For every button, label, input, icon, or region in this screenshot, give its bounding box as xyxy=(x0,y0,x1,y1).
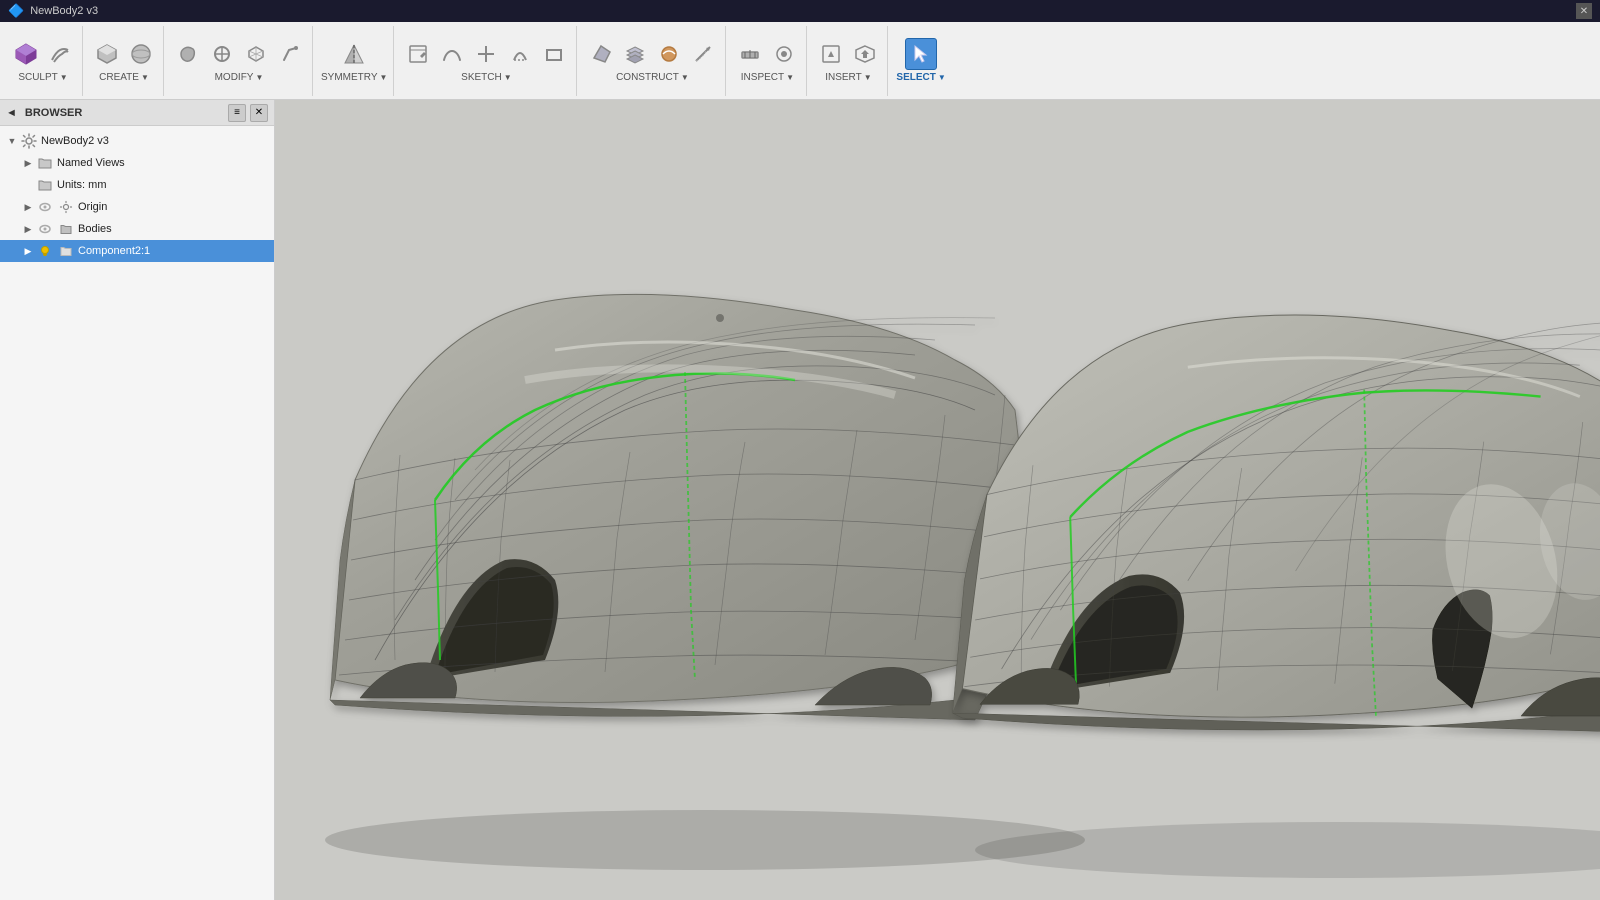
tree-toggle-units xyxy=(20,174,36,196)
symmetry-label: SYMMETRY▼ xyxy=(321,72,387,83)
root-gear-icon xyxy=(20,132,38,150)
sketch-label: SKETCH▼ xyxy=(461,72,511,83)
toolbar: SCULPT▼ CREATE▼ xyxy=(0,22,1600,100)
browser-menu-button[interactable]: ≡ xyxy=(228,104,246,122)
origin-gear-icon xyxy=(57,198,75,216)
modify-label: MODIFY▼ xyxy=(215,72,264,83)
toolbar-group-sculpt: SCULPT▼ xyxy=(4,26,83,96)
construct-label: CONSTRUCT▼ xyxy=(616,72,689,83)
browser-tree: ▼ NewBody2 v3 ▶ Named Views xyxy=(0,126,274,900)
sketch-rect-button[interactable] xyxy=(538,38,570,70)
tree-toggle-root[interactable]: ▼ xyxy=(4,130,20,152)
create-sphere-button[interactable] xyxy=(125,38,157,70)
main-layout: ◄ BROWSER ≡ ✕ ▼ NewBody2 v3 ▶ Named Vi xyxy=(0,100,1600,900)
inspect-label: INSPECT▼ xyxy=(741,72,794,83)
component-label: Component2:1 xyxy=(78,245,150,257)
tree-toggle-component[interactable]: ▶ xyxy=(20,240,36,262)
tree-item-named-views[interactable]: ▶ Named Views xyxy=(0,152,274,174)
sculpt-label: SCULPT▼ xyxy=(18,72,67,83)
root-label: NewBody2 v3 xyxy=(41,135,109,147)
tree-toggle-bodies[interactable]: ▶ xyxy=(20,218,36,240)
bodies-label: Bodies xyxy=(78,223,112,235)
toolbar-group-create: CREATE▼ xyxy=(85,26,164,96)
construct-plane-button[interactable] xyxy=(585,38,617,70)
sculpt-mode-button[interactable] xyxy=(44,38,76,70)
component-bulb-icon xyxy=(36,242,54,260)
browser-close-button[interactable]: ✕ xyxy=(250,104,268,122)
viewport[interactable] xyxy=(275,100,1600,900)
named-views-folder-icon xyxy=(36,154,54,172)
tree-item-units[interactable]: Units: mm xyxy=(0,174,274,196)
insert-canvas-button[interactable] xyxy=(815,38,847,70)
inspect-display-button[interactable] xyxy=(768,38,800,70)
select-button[interactable] xyxy=(905,38,937,70)
bodies-folder-icon xyxy=(57,220,75,238)
sketch-edit-button[interactable] xyxy=(402,38,434,70)
3d-model-svg xyxy=(275,100,1600,900)
tree-item-origin[interactable]: ▶ Origin xyxy=(0,196,274,218)
tree-item-root[interactable]: ▼ NewBody2 v3 xyxy=(0,130,274,152)
tree-toggle-named-views[interactable]: ▶ xyxy=(20,152,36,174)
modify-button-3[interactable] xyxy=(240,38,272,70)
app-icon: 🔷 xyxy=(8,3,24,19)
origin-label: Origin xyxy=(78,201,107,213)
toolbar-group-sketch: SKETCH▼ xyxy=(396,26,577,96)
toolbar-group-modify: MODIFY▼ xyxy=(166,26,313,96)
sketch-spline-button[interactable] xyxy=(436,38,468,70)
sculpt-button[interactable] xyxy=(10,38,42,70)
insert-decal-button[interactable] xyxy=(849,38,881,70)
toolbar-group-inspect: INSPECT▼ xyxy=(728,26,807,96)
select-label: SELECT▼ xyxy=(896,72,945,83)
titlebar: 🔷 NewBody2 v3 ✕ xyxy=(0,0,1600,22)
construct-revolve-button[interactable] xyxy=(653,38,685,70)
modify-button-4[interactable] xyxy=(274,38,306,70)
modify-button-1[interactable] xyxy=(172,38,204,70)
window-title: NewBody2 v3 xyxy=(30,5,98,17)
named-views-label: Named Views xyxy=(57,157,125,169)
units-label: Units: mm xyxy=(57,179,107,191)
tree-toggle-origin[interactable]: ▶ xyxy=(20,196,36,218)
close-button[interactable]: ✕ xyxy=(1576,3,1592,19)
construct-stack-button[interactable] xyxy=(619,38,651,70)
toolbar-group-insert: INSERT▼ xyxy=(809,26,888,96)
browser-collapse-button[interactable]: ◄ xyxy=(6,107,17,119)
modify-button-2[interactable] xyxy=(206,38,238,70)
inspect-measure-button[interactable] xyxy=(734,38,766,70)
toolbar-group-select: SELECT▼ xyxy=(890,26,951,96)
insert-label: INSERT▼ xyxy=(825,72,871,83)
sidebar: ◄ BROWSER ≡ ✕ ▼ NewBody2 v3 ▶ Named Vi xyxy=(0,100,275,900)
tree-item-component2-1[interactable]: ▶ Component2:1 xyxy=(0,240,274,262)
toolbar-group-construct: CONSTRUCT▼ xyxy=(579,26,726,96)
browser-title-text: BROWSER xyxy=(25,107,82,119)
create-label: CREATE▼ xyxy=(99,72,149,83)
browser-header: ◄ BROWSER ≡ ✕ xyxy=(0,100,274,126)
cursor-indicator xyxy=(716,314,724,322)
tree-item-bodies[interactable]: ▶ Bodies xyxy=(0,218,274,240)
bodies-eye-icon xyxy=(36,220,54,238)
create-box-button[interactable] xyxy=(91,38,123,70)
sketch-cross-button[interactable] xyxy=(470,38,502,70)
canvas-area[interactable] xyxy=(275,100,1600,900)
origin-eye-icon xyxy=(36,198,54,216)
component-folder-icon xyxy=(57,242,75,260)
symmetry-button[interactable] xyxy=(338,38,370,70)
sketch-arc-button[interactable] xyxy=(504,38,536,70)
toolbar-group-symmetry: SYMMETRY▼ xyxy=(315,26,394,96)
construct-axis-button[interactable] xyxy=(687,38,719,70)
units-folder-icon xyxy=(36,176,54,194)
